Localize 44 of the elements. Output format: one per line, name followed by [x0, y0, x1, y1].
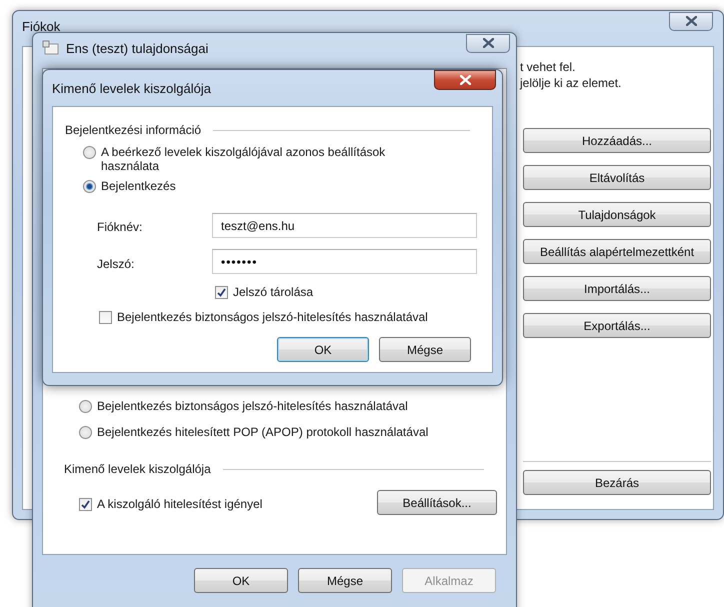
action-button[interactable]: Tulajdonságok: [523, 202, 711, 227]
window-title: Fiókok: [22, 18, 62, 34]
checkbox-label: Bejelentkezés biztonságos jelszó-hitelesítés használatával: [117, 310, 428, 324]
option-label: Bejelentkezés: [101, 179, 176, 193]
radio-button[interactable]: [83, 180, 96, 193]
close-button[interactable]: [466, 34, 510, 52]
password-field[interactable]: •••••••: [212, 249, 477, 274]
option-label: A beérkező levelek kiszolgálójával azonos beállítások használata: [101, 145, 386, 173]
account-field[interactable]: teszt@ens.hu: [212, 213, 477, 238]
action-button[interactable]: Hozzáadás...: [523, 128, 711, 153]
field-label: Jelszó:: [97, 257, 134, 271]
option-label: Bejelentkezés hitelesített POP (APOP) protokoll használatával: [97, 425, 428, 439]
group-heading: Bejelentkezési információ: [65, 123, 202, 137]
dialog-button[interactable]: Mégse: [379, 337, 471, 362]
instruction-text: t vehet fel.: [520, 60, 576, 74]
radio-button[interactable]: [83, 146, 96, 159]
close-button[interactable]: Bezárás: [523, 470, 711, 495]
checkbox[interactable]: [99, 310, 112, 324]
option-label: Bejelentkezés biztonságos jelszó-hitelesítés használatával: [97, 399, 408, 413]
action-button[interactable]: Beállítás alapértelmezettként: [523, 239, 711, 264]
dialog-button[interactable]: OK: [277, 337, 369, 362]
close-icon: [686, 16, 696, 26]
checkbox[interactable]: [215, 286, 228, 298]
window-title: Kimenő levelek kiszolgálója: [52, 80, 212, 96]
action-button[interactable]: Exportálás...: [523, 313, 711, 338]
close-button[interactable]: [434, 70, 496, 90]
account-icon: [42, 40, 60, 56]
checkbox-label: Jelszó tárolása: [233, 285, 314, 299]
close-icon: [482, 38, 494, 48]
window-title: Ens (teszt) tulajdonságai: [66, 40, 210, 56]
field-label: Fióknév:: [97, 220, 142, 234]
radio-button[interactable]: [79, 426, 92, 439]
settings-button[interactable]: Beállítások...: [377, 490, 497, 515]
close-button[interactable]: [669, 12, 713, 30]
action-button[interactable]: Importálás...: [523, 276, 711, 301]
close-icon: [460, 75, 470, 85]
instruction-text: jelölje ki az elemet.: [520, 76, 622, 90]
group-heading: Kimenő levelek kiszolgálója: [64, 462, 211, 476]
checkbox-label: A kiszolgáló hitelesítést igényel: [97, 497, 262, 511]
radio-button[interactable]: [79, 400, 92, 413]
dialog-button[interactable]: OK: [194, 568, 288, 593]
action-button[interactable]: Eltávolítás: [523, 165, 711, 190]
dialog-button[interactable]: Mégse: [298, 568, 392, 593]
checkbox[interactable]: [79, 498, 92, 510]
